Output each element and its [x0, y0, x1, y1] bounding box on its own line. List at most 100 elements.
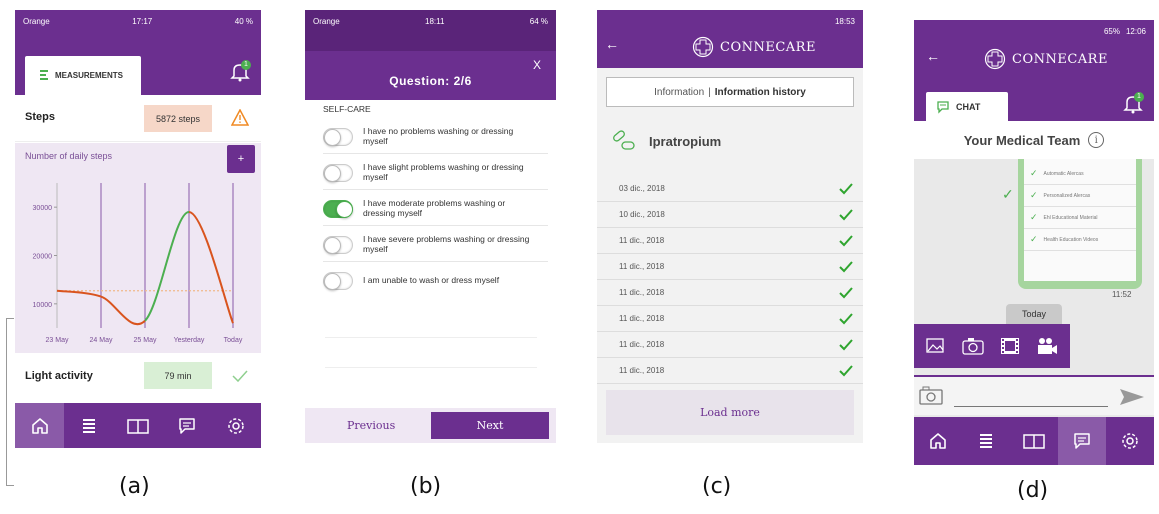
steps-row[interactable]: Steps 5872 steps: [15, 96, 261, 142]
option-text: I have slight problems washing or dressi…: [363, 161, 524, 182]
nav-home[interactable]: [15, 403, 65, 448]
measurements-icon: [40, 69, 48, 80]
menu-item[interactable]: ✓ Health Education Videos: [1024, 229, 1136, 251]
history-row: 11 dic., 2018: [597, 254, 863, 280]
camera-icon[interactable]: [918, 385, 946, 407]
steps-chart-card: Number of daily steps + 23 May 24 May 25 M…: [15, 143, 261, 353]
check-icon: [839, 286, 853, 298]
date-label: 11 dic., 2018: [619, 366, 665, 375]
tab-chat[interactable]: CHAT: [926, 92, 1008, 121]
toggle-switch[interactable]: [323, 163, 353, 182]
team-title: Your Medical Team: [963, 132, 1081, 148]
battery-label: 64 %: [529, 16, 548, 26]
next-button[interactable]: Next: [431, 412, 549, 439]
toggle-switch-on[interactable]: [323, 199, 353, 218]
nav-home[interactable]: [914, 417, 962, 465]
logo-text: CONNECARE: [1012, 51, 1108, 67]
nav-book[interactable]: [113, 403, 162, 448]
header-gap: [305, 32, 556, 51]
option-text: I have no problems washing or dressing m…: [363, 125, 514, 146]
date-label: 11 dic., 2018: [619, 288, 665, 297]
check-icon: [839, 208, 853, 220]
toggle-switch[interactable]: [323, 127, 353, 146]
caption-c: (c): [702, 474, 732, 499]
app-header: 65% 12:06 ← CONNECARE CHAT 1: [914, 20, 1154, 121]
status-bar: 65% 12:06: [914, 20, 1154, 42]
menu-item[interactable]: ✓ Automatic Alercas: [1024, 163, 1136, 185]
nav-book[interactable]: [1010, 417, 1058, 465]
divider: [325, 367, 537, 368]
steps-series-segment: [56, 289, 102, 298]
option-row[interactable]: I am unable to wash or dress myself: [323, 264, 548, 298]
notification-bell-button[interactable]: 1: [1122, 92, 1144, 114]
app-header: 18:53 ← CONNECARE: [597, 10, 863, 68]
y-tick-label: 20000: [33, 254, 53, 261]
book-icon: [1023, 434, 1045, 449]
menu-item-label: Health Education Videos: [1043, 236, 1099, 243]
add-measurement-button[interactable]: +: [227, 145, 255, 173]
settings-icon: [228, 417, 245, 434]
check-icon: [839, 260, 853, 272]
video-camera-icon[interactable]: [1035, 336, 1059, 356]
book-icon: [127, 418, 149, 434]
option-text: I have severe problems washing or dressi…: [363, 233, 530, 254]
chat-icon: [1074, 433, 1090, 449]
option-text: I am unable to wash or dress myself: [363, 275, 500, 286]
question-footer: Previous Next: [305, 408, 556, 443]
nav-list[interactable]: [64, 403, 113, 448]
toggle-switch[interactable]: [323, 272, 353, 290]
load-more-button[interactable]: Load more: [606, 390, 854, 435]
menu-item-label: Ehl Educational Material: [1043, 214, 1098, 221]
date-label: 03 dic., 2018: [619, 184, 665, 193]
panel-b-questionnaire-screen: Orange 18:11 64 % X Question: 2/6 SELF-C…: [305, 10, 556, 443]
tab-separator: |: [708, 86, 711, 98]
close-button[interactable]: X: [533, 58, 541, 72]
check-icon: ✓: [1002, 186, 1014, 202]
header-bar: Orange 17:17 40 % MEASUREMENTS 1: [15, 10, 261, 95]
pill-icon: [613, 130, 635, 150]
team-header: Your Medical Team i: [914, 121, 1154, 159]
carrier-label: Orange: [23, 16, 50, 26]
option-row[interactable]: I have severe problems washing or dressi…: [323, 228, 548, 262]
history-row: 11 dic., 2018: [597, 358, 863, 384]
clock: 18:11: [425, 16, 445, 26]
nav-chat[interactable]: [1058, 417, 1106, 465]
back-arrow-icon[interactable]: ←: [926, 48, 940, 64]
send-icon[interactable]: [1118, 387, 1146, 407]
previous-button[interactable]: Previous: [347, 419, 395, 432]
x-tick-label: 23 May: [46, 337, 69, 344]
nav-list[interactable]: [962, 417, 1010, 465]
gallery-icon[interactable]: [925, 336, 947, 356]
message-composer: [914, 375, 1154, 415]
film-icon[interactable]: [999, 336, 1021, 356]
message-input[interactable]: [954, 406, 1108, 407]
info-icon[interactable]: i: [1088, 132, 1105, 148]
check-icon: [232, 370, 248, 383]
menu-item[interactable]: ✓ Ehl Educational Material: [1024, 207, 1136, 229]
connecare-logo: CONNECARE: [984, 48, 1108, 70]
tab-information[interactable]: Information: [654, 87, 704, 98]
nav-settings[interactable]: [212, 403, 261, 448]
camera-icon[interactable]: [961, 336, 985, 356]
x-tick-label: Yesterday: [174, 337, 205, 344]
date-label: 11 dic., 2018: [619, 340, 665, 349]
back-arrow-icon[interactable]: ←: [605, 36, 619, 52]
drug-name: Ipratropium: [649, 133, 722, 149]
tab-measurements[interactable]: MEASUREMENTS: [25, 56, 141, 95]
option-row[interactable]: I have moderate problems washing or dres…: [323, 192, 548, 226]
nav-chat[interactable]: [163, 403, 212, 448]
menu-item[interactable]: ✓ Personalized Alercas: [1024, 185, 1136, 207]
drug-header: Ipratropium: [611, 130, 721, 152]
nav-settings[interactable]: [1106, 417, 1154, 465]
option-row[interactable]: I have slight problems washing or dressi…: [323, 156, 548, 190]
logo-text: CONNECARE: [720, 39, 816, 55]
light-activity-row[interactable]: Light activity 79 min: [15, 353, 261, 403]
date-label: 11 dic., 2018: [619, 262, 665, 271]
toggle-switch[interactable]: [323, 235, 353, 254]
tab-information-history[interactable]: Information history: [715, 87, 806, 98]
tab-label: MEASUREMENTS: [55, 71, 124, 80]
notification-bell-button[interactable]: 1: [229, 60, 251, 82]
panel-c-medication-screen: 18:53 ← CONNECARE Information | Informat…: [597, 10, 863, 443]
option-row[interactable]: I have no problems washing or dressing m…: [323, 120, 548, 154]
status-bar: 18:53: [597, 10, 863, 32]
